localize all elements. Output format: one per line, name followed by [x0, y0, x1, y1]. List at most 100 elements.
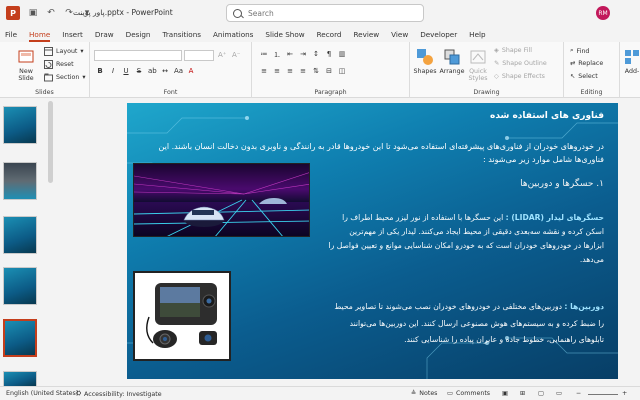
notes-button[interactable]: ≜ Notes — [411, 390, 437, 397]
decrease-indent-icon[interactable]: ⇤ — [286, 50, 294, 60]
thumbnails-scrollbar[interactable] — [48, 101, 53, 183]
bullets-icon[interactable]: ≔ — [260, 50, 268, 60]
paragraph-group-label: Paragraph — [314, 89, 347, 96]
change-case-icon[interactable]: Aa — [174, 67, 183, 75]
quick-styles-button[interactable]: Quick Styles — [466, 48, 490, 82]
tab-design[interactable]: Design — [120, 26, 157, 42]
chevron-down-icon: ▾ — [82, 74, 86, 81]
section-button[interactable]: Section ▾ — [44, 73, 86, 82]
align-left-icon[interactable]: ≡ — [260, 67, 268, 75]
lidar-label: حسگرهای لیدار (LIDAR) : — [505, 213, 604, 222]
tab-home[interactable]: Home — [23, 26, 56, 42]
dash-camera-image[interactable] — [133, 271, 231, 361]
zoom-out-icon[interactable]: − — [576, 390, 581, 397]
tab-file[interactable]: File — [0, 26, 23, 42]
section-icon — [44, 73, 53, 82]
numbering-icon[interactable]: ⒈ — [273, 50, 281, 60]
self-driving-car-image[interactable] — [133, 163, 310, 237]
increase-font-size-icon[interactable]: A⁺ — [218, 51, 226, 59]
align-center-icon[interactable]: ≡ — [273, 67, 281, 75]
font-name-select[interactable] — [94, 50, 182, 61]
select-button[interactable]: ↖ Select — [570, 73, 598, 80]
zoom-in-icon[interactable]: + — [622, 390, 627, 397]
language-indicator[interactable]: English (United States) — [6, 390, 78, 397]
replace-button[interactable]: ⇄ Replace — [570, 60, 603, 67]
avatar[interactable]: RM — [596, 6, 610, 20]
font-size-select[interactable] — [184, 50, 214, 61]
shape-outline-label: Shape Outline — [502, 60, 547, 67]
powerpoint-logo-icon: P — [6, 6, 20, 20]
tab-insert[interactable]: Insert — [56, 26, 89, 42]
rtl-icon[interactable]: ¶ — [325, 50, 333, 60]
smartart-icon[interactable]: ◫ — [338, 67, 346, 75]
slide-canvas[interactable]: فناوری های استفاده شده در خودروهای خودرا… — [127, 103, 618, 379]
slide-thumbnail[interactable] — [3, 371, 37, 387]
ribbon-tabs: File Home Insert Draw Design Transitions… — [0, 26, 640, 42]
decrease-font-size-icon[interactable]: A⁻ — [232, 51, 240, 59]
reset-button[interactable]: Reset — [44, 60, 74, 69]
slide-heading[interactable]: ۱. حسگرها و دوربین‌ها — [520, 179, 604, 189]
accessibility-checker[interactable]: ⛭ Accessibility: Investigate — [76, 390, 162, 398]
increase-indent-icon[interactable]: ⇥ — [299, 50, 307, 60]
normal-view-icon[interactable]: ▣ — [502, 390, 508, 397]
slide-thumbnail[interactable] — [3, 216, 37, 254]
search-input[interactable] — [248, 8, 418, 18]
align-right-icon[interactable]: ≡ — [286, 67, 294, 75]
tab-slide-show[interactable]: Slide Show — [259, 26, 310, 42]
addins-label: Add- — [624, 68, 640, 75]
save-icon[interactable]: ▣ — [28, 8, 38, 18]
arrange-label: Arrange — [439, 68, 465, 75]
tab-animations[interactable]: Animations — [207, 26, 259, 42]
slide-title[interactable]: فناوری های استفاده شده — [490, 111, 604, 121]
paragraph-row-1: ≔ ⒈ ⇤ ⇥ ↕ ¶ ▥ — [260, 50, 346, 60]
tab-transitions[interactable]: Transitions — [157, 26, 208, 42]
search-box[interactable] — [226, 4, 424, 22]
shadow-icon[interactable]: ab — [148, 67, 157, 75]
section-label: Section — [56, 74, 80, 81]
slide-thumbnail[interactable] — [3, 106, 37, 144]
shape-fill-button[interactable]: ◈ Shape Fill — [494, 47, 532, 54]
justify-icon[interactable]: ≡ — [299, 67, 307, 75]
slide-thumbnail[interactable] — [3, 162, 37, 200]
tab-help[interactable]: Help — [463, 26, 491, 42]
slides-group: New Slide Layout ▾ Reset Section ▾ Slides — [0, 42, 90, 98]
columns-icon[interactable]: ▥ — [338, 50, 346, 60]
underline-icon[interactable]: U — [122, 67, 130, 75]
shapes-icon — [417, 49, 433, 65]
addins-button[interactable]: Add- — [624, 48, 640, 75]
strikethrough-icon[interactable]: S — [135, 67, 143, 75]
tab-record[interactable]: Record — [311, 26, 348, 42]
arrange-button[interactable]: Arrange — [439, 48, 465, 75]
comment-icon: ▭ — [447, 390, 453, 397]
italic-icon[interactable]: I — [109, 67, 117, 75]
addins-icon — [625, 50, 639, 64]
slide-sorter-icon[interactable]: ⊞ — [520, 390, 525, 397]
lidar-paragraph[interactable]: حسگرهای لیدار (LIDAR) : این حسگرها با اس… — [327, 211, 604, 267]
find-button[interactable]: ⌕ Find — [570, 47, 589, 55]
text-direction-icon[interactable]: ⇅ — [312, 67, 320, 75]
undo-icon[interactable]: ↶ — [46, 8, 56, 18]
zoom-slider[interactable] — [588, 394, 618, 395]
shape-effects-button[interactable]: ◇ Shape Effects — [494, 73, 545, 80]
slideshow-view-icon[interactable]: ▭ — [556, 390, 562, 397]
tab-developer[interactable]: Developer — [414, 26, 463, 42]
comments-button[interactable]: ▭ Comments — [447, 390, 490, 397]
align-text-icon[interactable]: ⊟ — [325, 67, 333, 75]
ribbon: New Slide Layout ▾ Reset Section ▾ Slides … — [0, 42, 640, 98]
tab-review[interactable]: Review — [347, 26, 385, 42]
tab-view[interactable]: View — [385, 26, 414, 42]
new-slide-button[interactable]: New Slide — [14, 48, 38, 82]
shapes-button[interactable]: Shapes — [414, 48, 437, 75]
line-spacing-icon[interactable]: ↕ — [312, 50, 320, 60]
bold-icon[interactable]: B — [96, 67, 104, 75]
reading-view-icon[interactable]: ▢ — [538, 390, 544, 397]
slide-thumbnail-selected[interactable] — [3, 319, 37, 357]
shape-outline-button[interactable]: ✎ Shape Outline — [494, 60, 547, 67]
character-spacing-icon[interactable]: ↔ — [161, 67, 169, 75]
font-color-icon[interactable]: A — [187, 67, 195, 75]
slide-thumbnail[interactable] — [3, 267, 37, 305]
layout-button[interactable]: Layout ▾ — [44, 47, 84, 56]
cursor-icon: ↖ — [570, 73, 576, 80]
tab-draw[interactable]: Draw — [89, 26, 120, 42]
camera-paragraph[interactable]: دوربین‌ها : دوربین‌های مختلفی در خودروها… — [327, 299, 604, 349]
